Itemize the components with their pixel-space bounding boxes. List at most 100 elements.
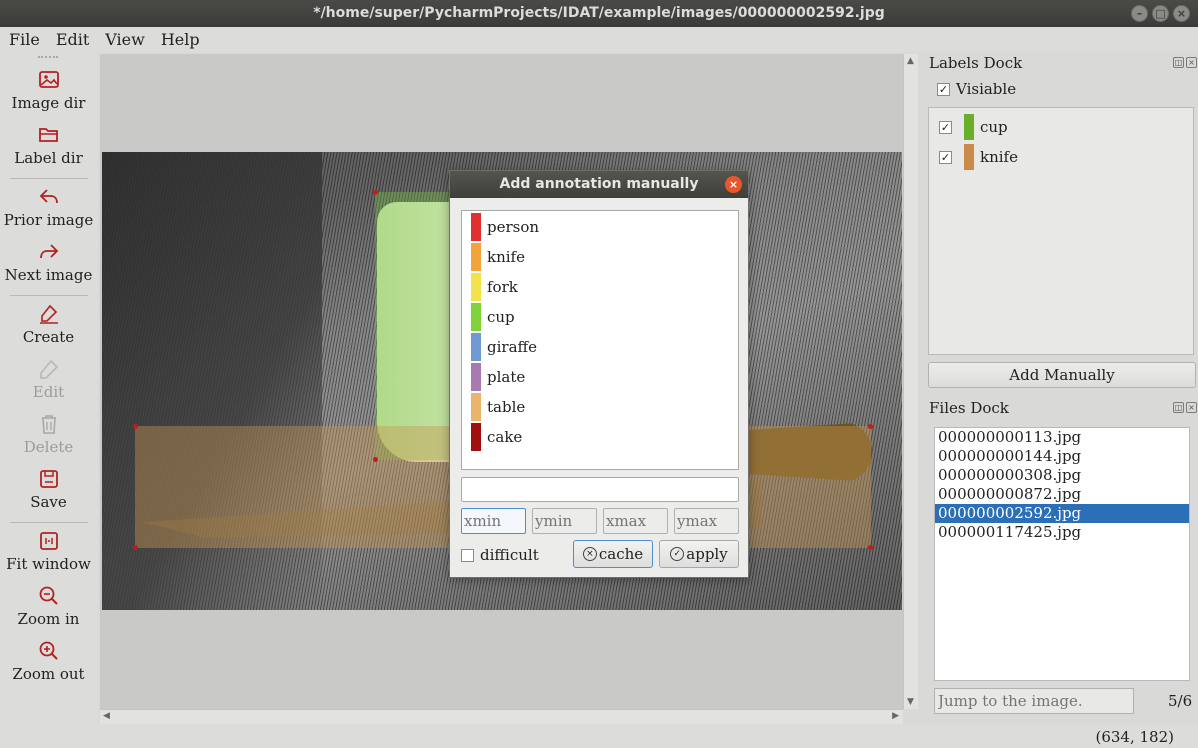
toolbar-separator xyxy=(10,522,88,523)
class-color-swatch xyxy=(471,423,481,451)
create-button[interactable]: Create xyxy=(0,302,97,346)
class-item-cup[interactable]: cup xyxy=(462,302,738,332)
label-dir-label: Label dir xyxy=(14,149,83,167)
label-checkbox[interactable]: ✓ xyxy=(939,120,952,134)
image-dir-button[interactable]: Image dir xyxy=(0,68,97,112)
class-color-swatch xyxy=(471,363,481,391)
trash-icon xyxy=(41,415,56,434)
label-item-knife[interactable]: ✓ knife xyxy=(929,142,1193,172)
scroll-down-arrow-icon[interactable]: ▼ xyxy=(907,697,914,707)
class-color-swatch xyxy=(471,333,481,361)
file-item[interactable]: 000000000308.jpg xyxy=(935,466,1189,485)
arrow-forward-icon xyxy=(39,244,58,259)
next-image-button[interactable]: Next image xyxy=(0,240,97,284)
difficult-checkbox[interactable] xyxy=(461,548,474,562)
class-name: knife xyxy=(487,248,525,266)
toolbar-grip[interactable] xyxy=(38,56,58,59)
difficult-toggle[interactable]: difficult xyxy=(461,546,539,564)
zoom-out-button[interactable]: Zoom out xyxy=(0,639,97,683)
file-item[interactable]: 000000000113.jpg xyxy=(935,428,1189,447)
class-item-table[interactable]: table xyxy=(462,392,738,422)
prior-image-label: Prior image xyxy=(3,211,94,229)
toolbar-separator xyxy=(10,178,88,179)
bbox-handle[interactable] xyxy=(133,545,138,550)
prior-image-button[interactable]: Prior image xyxy=(0,185,97,229)
float-dock-icon[interactable]: ◫ xyxy=(1173,402,1184,413)
labels-list: ✓ cup ✓ knife xyxy=(928,107,1194,355)
ymax-input[interactable] xyxy=(674,508,739,534)
difficult-label: difficult xyxy=(480,546,539,564)
dialog-close-button[interactable]: × xyxy=(725,176,742,193)
fit-window-icon xyxy=(39,532,58,550)
maximize-button[interactable]: □ xyxy=(1152,5,1169,22)
class-name: table xyxy=(487,398,526,416)
dialog-titlebar: Add annotation manually × xyxy=(450,171,748,198)
files-list: 000000000113.jpg 000000000144.jpg 000000… xyxy=(934,427,1190,681)
close-window-button[interactable]: × xyxy=(1173,5,1190,22)
minimize-button[interactable]: – xyxy=(1131,5,1148,22)
xmin-input[interactable] xyxy=(461,508,526,534)
label-color-swatch xyxy=(964,114,974,140)
menu-edit[interactable]: Edit xyxy=(56,27,89,52)
edit-button[interactable]: Edit xyxy=(0,357,97,401)
class-item-fork[interactable]: fork xyxy=(462,272,738,302)
visible-checkbox[interactable]: ✓ xyxy=(937,82,950,96)
save-label: Save xyxy=(30,493,67,511)
class-name: cake xyxy=(487,428,523,446)
scroll-right-arrow-icon[interactable]: ▶ xyxy=(892,711,899,721)
menu-file[interactable]: File xyxy=(9,27,40,52)
left-toolbar: Image dir Label dir Prior image Next ima… xyxy=(0,52,98,724)
canvas-vertical-scrollbar[interactable]: ▲ ▼ xyxy=(903,54,918,709)
class-name: plate xyxy=(487,368,526,386)
class-name: cup xyxy=(487,308,515,326)
scroll-up-arrow-icon[interactable]: ▲ xyxy=(907,56,914,66)
create-label: Create xyxy=(22,328,75,346)
labels-dock-controls: ◫ × xyxy=(1173,57,1197,69)
label-dir-button[interactable]: Label dir xyxy=(0,123,97,167)
save-button[interactable]: Save xyxy=(0,467,97,511)
float-dock-icon[interactable]: ◫ xyxy=(1173,57,1184,68)
apply-button[interactable]: ✓ apply xyxy=(659,540,739,568)
visible-label: Visiable xyxy=(956,80,1017,98)
window-controls: – □ × xyxy=(1131,5,1190,22)
ymin-input[interactable] xyxy=(532,508,597,534)
label-checkbox[interactable]: ✓ xyxy=(939,150,952,164)
toolbar-separator xyxy=(10,295,88,296)
class-item-giraffe[interactable]: giraffe xyxy=(462,332,738,362)
zoom-in-button[interactable]: Zoom in xyxy=(0,584,97,628)
jump-to-image-input[interactable] xyxy=(934,688,1134,714)
class-item-person[interactable]: person xyxy=(462,212,738,242)
cache-button[interactable]: × cache xyxy=(573,540,653,568)
status-bar: (634, 182) xyxy=(0,724,1198,748)
close-dock-icon[interactable]: × xyxy=(1186,57,1197,68)
file-item[interactable]: 000000000872.jpg xyxy=(935,485,1189,504)
class-item-cake[interactable]: cake xyxy=(462,422,738,452)
bbox-handle[interactable] xyxy=(373,190,378,195)
delete-button[interactable]: Delete xyxy=(0,412,97,456)
zoom-in-icon xyxy=(39,586,58,605)
bbox-handle[interactable] xyxy=(868,424,873,429)
class-item-plate[interactable]: plate xyxy=(462,362,738,392)
scroll-left-arrow-icon[interactable]: ◀ xyxy=(103,711,110,721)
visible-toggle[interactable]: ✓ Visiable xyxy=(937,80,1016,98)
label-item-cup[interactable]: ✓ cup xyxy=(929,112,1193,142)
fit-window-button[interactable]: Fit window xyxy=(0,529,97,573)
menu-help[interactable]: Help xyxy=(161,27,200,52)
bbox-handle[interactable] xyxy=(133,424,138,429)
edit-icon xyxy=(39,359,58,379)
class-item-knife[interactable]: knife xyxy=(462,242,738,272)
canvas-horizontal-scrollbar[interactable]: ◀ ▶ xyxy=(100,709,903,724)
close-dock-icon[interactable]: × xyxy=(1186,402,1197,413)
xmax-input[interactable] xyxy=(603,508,668,534)
add-manually-button[interactable]: Add Manually xyxy=(928,362,1196,388)
bbox-handle[interactable] xyxy=(868,545,873,550)
menu-view[interactable]: View xyxy=(105,27,145,52)
arrow-back-icon xyxy=(39,189,58,204)
bbox-handle[interactable] xyxy=(373,457,378,462)
file-item-selected[interactable]: 000000002592.jpg xyxy=(935,504,1189,523)
file-item[interactable]: 000000000144.jpg xyxy=(935,447,1189,466)
class-name: giraffe xyxy=(487,338,538,356)
file-item[interactable]: 000000117425.jpg xyxy=(935,523,1189,542)
class-name-input[interactable] xyxy=(461,477,739,502)
class-name: fork xyxy=(487,278,518,296)
